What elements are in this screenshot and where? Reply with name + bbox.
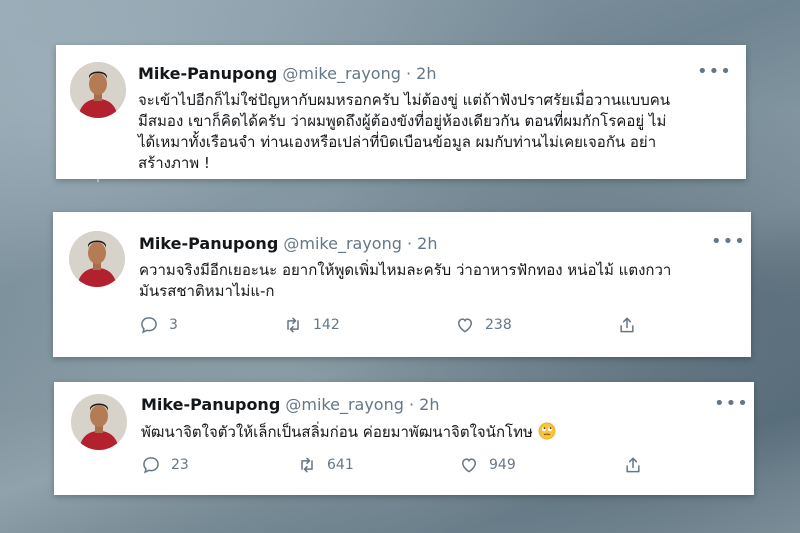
tweet-text-line: จะเข้าไปอีกก็ไม่ใช่ปัญหากับผมหรอกครับ ไม… [138, 91, 671, 109]
tweet-text-line: มีสมอง เขาก็คิดได้ครับ ว่าผมพูดถึงผู้ต้อ… [138, 112, 667, 130]
heart-icon [457, 318, 473, 333]
tweet-actions: 23 641 949 [141, 454, 661, 476]
tweet-text-line: มันรสชาติหมาไม่แ-ก [139, 282, 275, 300]
tweet-text: ความจริงมีอีกเยอะนะ อยากให้พูดเพิ่มไหมละ… [139, 260, 739, 302]
separator-dot: · [405, 64, 412, 83]
retweet-count: 641 [327, 457, 354, 473]
tweet-text-line: พัฒนาจิตใจตัวให้เล็กเป็นสลิ่มก่อน ค่อยมา… [141, 423, 533, 441]
tweet-card[interactable]: Mike-Panupong @mike_rayong · 2h ••• จะเข… [56, 45, 746, 179]
share-button[interactable] [617, 314, 637, 336]
avatar-photo [69, 231, 125, 287]
share-icon [620, 317, 634, 333]
tweet-header: Mike-Panupong @mike_rayong · 2h [139, 234, 438, 254]
more-options-icon[interactable]: ••• [711, 233, 746, 251]
like-button[interactable]: 949 [459, 454, 516, 476]
timestamp[interactable]: 2h [417, 234, 437, 253]
author-handle[interactable]: @mike_rayong [282, 64, 401, 83]
like-count: 949 [489, 457, 516, 473]
author-handle[interactable]: @mike_rayong [283, 234, 402, 253]
more-options-icon[interactable]: ••• [697, 63, 732, 81]
reply-button[interactable]: 23 [141, 454, 189, 476]
retweet-count: 142 [313, 317, 340, 333]
author-name[interactable]: Mike-Panupong [139, 234, 278, 253]
tweet-text-line: ได้เหมาทั้งเรือนจำ ท่านเองหรือเปล่าที่บิ… [138, 133, 657, 151]
heart-icon [461, 458, 477, 473]
author-name[interactable]: Mike-Panupong [138, 64, 277, 83]
author-name[interactable]: Mike-Panupong [141, 395, 280, 414]
avatar[interactable] [69, 231, 125, 287]
tweet-header: Mike-Panupong @mike_rayong · 2h [138, 64, 437, 84]
timestamp[interactable]: 2h [416, 64, 436, 83]
tweet-text-line: ความจริงมีอีกเยอะนะ อยากให้พูดเพิ่มไหมละ… [139, 261, 672, 279]
reply-icon [143, 457, 159, 474]
avatar-photo [70, 62, 126, 118]
reply-button[interactable]: 3 [139, 314, 178, 336]
retweet-button[interactable]: 142 [283, 314, 340, 336]
like-button[interactable]: 238 [455, 314, 512, 336]
background: { "colors": { "text": "#14171a", "second… [0, 0, 800, 533]
avatar[interactable] [71, 394, 127, 450]
author-handle[interactable]: @mike_rayong [285, 395, 404, 414]
tweet-card[interactable]: Mike-Panupong @mike_rayong · 2h ••• พัฒน… [54, 382, 754, 495]
face-with-rolling-eyes-emoji [538, 422, 556, 440]
like-count: 238 [485, 317, 512, 333]
reply-count: 23 [171, 457, 189, 473]
timestamp[interactable]: 2h [419, 395, 439, 414]
reply-icon [141, 317, 157, 334]
share-icon [626, 457, 640, 473]
tweet-header: Mike-Panupong @mike_rayong · 2h [141, 395, 440, 415]
reply-count: 3 [169, 317, 178, 333]
retweet-icon [287, 317, 299, 333]
retweet-icon [301, 457, 313, 473]
retweet-button[interactable]: 641 [297, 454, 354, 476]
tweet-actions: 3 142 238 [139, 314, 659, 336]
share-button[interactable] [623, 454, 643, 476]
avatar-photo [71, 394, 127, 450]
separator-dot: · [406, 234, 413, 253]
tweet-card[interactable]: Mike-Panupong @mike_rayong · 2h ••• ความ… [53, 212, 751, 357]
tweet-text-line: สร้างภาพ ! [138, 154, 210, 172]
tweet-text: จะเข้าไปอีกก็ไม่ใช่ปัญหากับผมหรอกครับ ไม… [138, 90, 738, 174]
more-options-icon[interactable]: ••• [714, 395, 749, 413]
separator-dot: · [408, 395, 415, 414]
avatar[interactable] [70, 62, 126, 118]
tweet-text: พัฒนาจิตใจตัวให้เล็กเป็นสลิ่มก่อน ค่อยมา… [141, 422, 741, 443]
